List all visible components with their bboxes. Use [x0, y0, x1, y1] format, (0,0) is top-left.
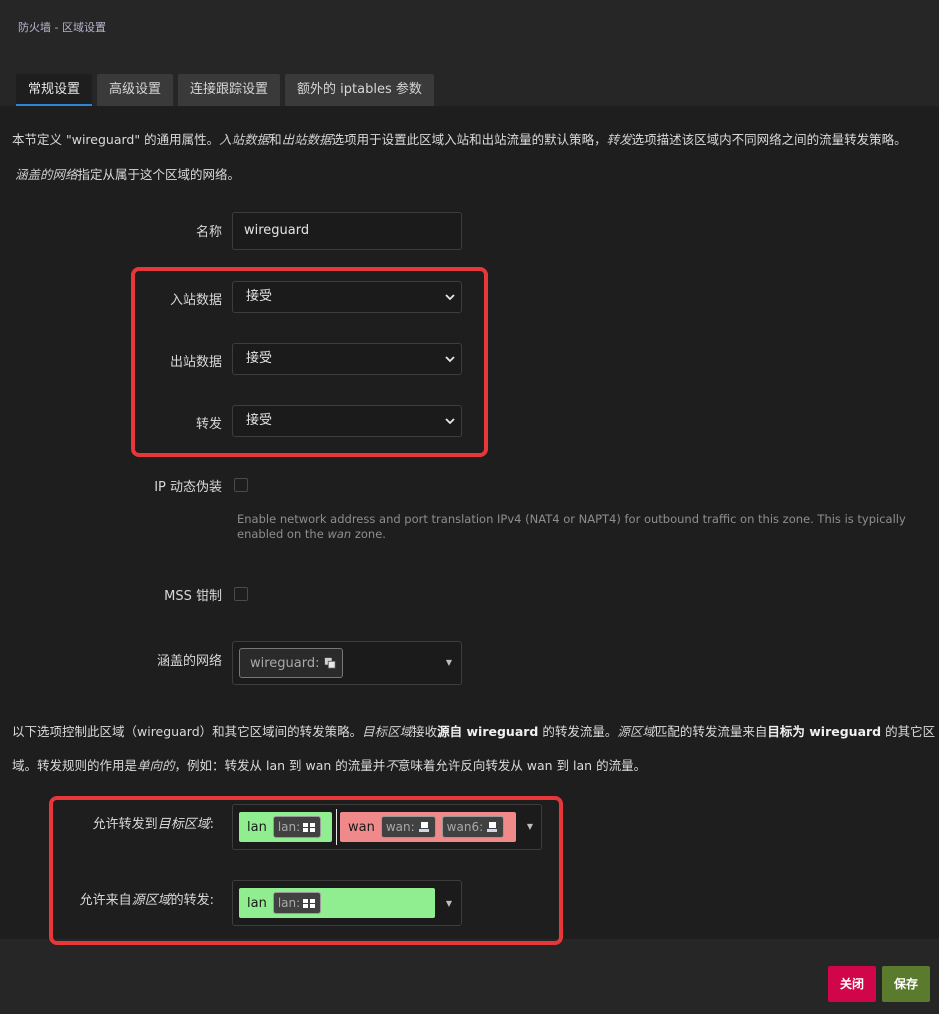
- name-input[interactable]: wireguard: [232, 212, 462, 250]
- covered-networks-label: 涵盖的网络: [156, 654, 222, 669]
- info-em-dest: 目标区域: [362, 724, 413, 739]
- help-em-wan: wan: [327, 527, 352, 541]
- network-ports-icon: [303, 899, 316, 908]
- network-tag-label: wireguard:: [250, 655, 320, 671]
- forward-src-label: 允许来自源区域的转发:: [14, 889, 214, 908]
- zone-badge-lan[interactable]: lan lan:: [239, 888, 435, 918]
- dropdown-arrow-icon: ▼: [445, 658, 452, 667]
- label-em: 源区域: [131, 893, 171, 908]
- covered-networks-select[interactable]: wireguard: ▼: [232, 641, 462, 685]
- info-text: ，例如：转发从 lan 到 wan 的流量并: [174, 758, 386, 773]
- info-text: 意味着允许反向转发从 wan 到 lan 的流量。: [397, 758, 647, 773]
- intro-text: 和: [269, 132, 282, 147]
- forward-dest-select[interactable]: lan lan: wan wan: wan6: ▼: [232, 804, 542, 850]
- masquerading-label: IP 动态伪装: [154, 480, 222, 495]
- label-text: :: [209, 817, 214, 832]
- tab-iptables[interactable]: 额外的 iptables 参数: [285, 74, 434, 106]
- help-text: zone.: [354, 527, 386, 541]
- forward-policy-select[interactable]: 接受: [232, 405, 462, 437]
- close-button[interactable]: 关闭: [828, 966, 876, 1002]
- network-tag-label: wan6:: [446, 820, 484, 834]
- forward-policy-value: 接受: [246, 413, 273, 428]
- chevron-down-icon: [445, 294, 455, 301]
- masquerading-checkbox[interactable]: [234, 478, 248, 492]
- forward-dest-label: 允许转发到目标区域:: [14, 813, 214, 832]
- top-bar: [0, 0, 939, 60]
- network-device-icon: [418, 822, 429, 832]
- info-strong: 目标为 wireguard: [767, 724, 882, 739]
- info-text: 的转发流量。: [538, 724, 618, 739]
- page-title: 防火墙 - 区域设置: [18, 21, 106, 34]
- intro-text: 选项用于设置此区域入站和出站流量的默认策略，: [331, 132, 607, 147]
- intro-text: 选项描述该区域内不同网络之间的流量转发策略。: [631, 132, 907, 147]
- input-policy-label: 入站数据: [169, 293, 222, 308]
- mss-clamping-label: MSS 钳制: [164, 589, 222, 604]
- intro-em-output: 出站数据: [281, 132, 332, 147]
- info-em: 不: [385, 758, 398, 773]
- network-device-icon: [324, 657, 336, 669]
- output-policy-label: 出站数据: [169, 355, 222, 370]
- network-tag-wireguard[interactable]: wireguard:: [239, 648, 343, 678]
- tab-advanced[interactable]: 高级设置: [97, 74, 174, 106]
- zone-divider: [336, 809, 337, 845]
- zone-badge-lan[interactable]: lan lan:: [239, 812, 332, 842]
- network-tag: lan:: [272, 816, 322, 838]
- zone-name: wan: [348, 819, 375, 835]
- network-device-icon: [487, 822, 498, 832]
- zone-name: lan: [247, 895, 267, 911]
- dropdown-arrow-icon: ▼: [526, 822, 533, 831]
- forward-info-line-1: 以下选项控制此区域（wireguard）和其它区域间的转发策略。目标区域接收源自…: [12, 721, 935, 740]
- intro-em-networks: 涵盖的网络: [15, 167, 78, 182]
- name-label: 名称: [195, 225, 222, 240]
- info-em: 单向的: [137, 758, 175, 773]
- output-policy-select[interactable]: 接受: [232, 343, 462, 375]
- label-text: 允许来自: [79, 893, 132, 908]
- info-text: 接收: [412, 724, 438, 739]
- input-policy-select[interactable]: 接受: [232, 281, 462, 313]
- mss-clamping-checkbox[interactable]: [234, 587, 248, 601]
- intro-text: 指定从属于这个区域的网络。: [77, 167, 241, 182]
- network-tag-label: lan:: [277, 820, 301, 834]
- tab-general[interactable]: 常规设置: [16, 74, 93, 106]
- forward-src-select[interactable]: lan lan: ▼: [232, 880, 462, 926]
- zone-name: lan: [247, 819, 267, 835]
- info-text: 以下选项控制此区域（wireguard）和其它区域间的转发策略。: [12, 724, 363, 739]
- intro-line-2: 涵盖的网络指定从属于这个区域的网络。: [15, 164, 240, 183]
- label-em: 目标区域: [157, 817, 210, 832]
- info-strong: 源自 wireguard: [437, 724, 539, 739]
- info-em-src: 源区域: [617, 724, 655, 739]
- tab-bar: 常规设置 高级设置 连接跟踪设置 额外的 iptables 参数: [16, 74, 434, 106]
- input-policy-value: 接受: [246, 289, 273, 304]
- network-tag: wan6:: [441, 816, 505, 838]
- network-tag-label: lan:: [277, 896, 301, 910]
- dropdown-arrow-icon: ▼: [445, 899, 452, 908]
- zone-badge-wan[interactable]: wan wan: wan6:: [340, 812, 516, 842]
- label-text: 的转发:: [170, 893, 214, 908]
- output-policy-value: 接受: [246, 351, 273, 366]
- info-text: 匹配的转发流量来自: [654, 724, 768, 739]
- chevron-down-icon: [445, 418, 455, 425]
- chevron-down-icon: [445, 356, 455, 363]
- intro-em-input: 入站数据: [219, 132, 270, 147]
- intro-em-forward: 转发: [606, 132, 632, 147]
- info-text: 域。转发规则的作用是: [12, 758, 138, 773]
- forward-policy-label: 转发: [195, 417, 222, 432]
- save-button[interactable]: 保存: [882, 966, 930, 1002]
- masquerading-help: Enable network address and port translat…: [237, 512, 917, 542]
- info-text: 的其它区: [881, 724, 936, 739]
- network-ports-icon: [303, 823, 316, 832]
- forward-info-line-2: 域。转发规则的作用是单向的，例如：转发从 lan 到 wan 的流量并不意味着允…: [12, 755, 646, 774]
- network-tag-label: wan:: [385, 820, 415, 834]
- network-tag: lan:: [272, 892, 322, 914]
- intro-text: 本节定义 "wireguard" 的通用属性。: [12, 132, 220, 147]
- intro-line-1: 本节定义 "wireguard" 的通用属性。入站数据和出站数据选项用于设置此区…: [12, 129, 907, 148]
- network-tag: wan:: [380, 816, 436, 838]
- tab-conntrack[interactable]: 连接跟踪设置: [178, 74, 281, 106]
- label-text: 允许转发到: [92, 817, 158, 832]
